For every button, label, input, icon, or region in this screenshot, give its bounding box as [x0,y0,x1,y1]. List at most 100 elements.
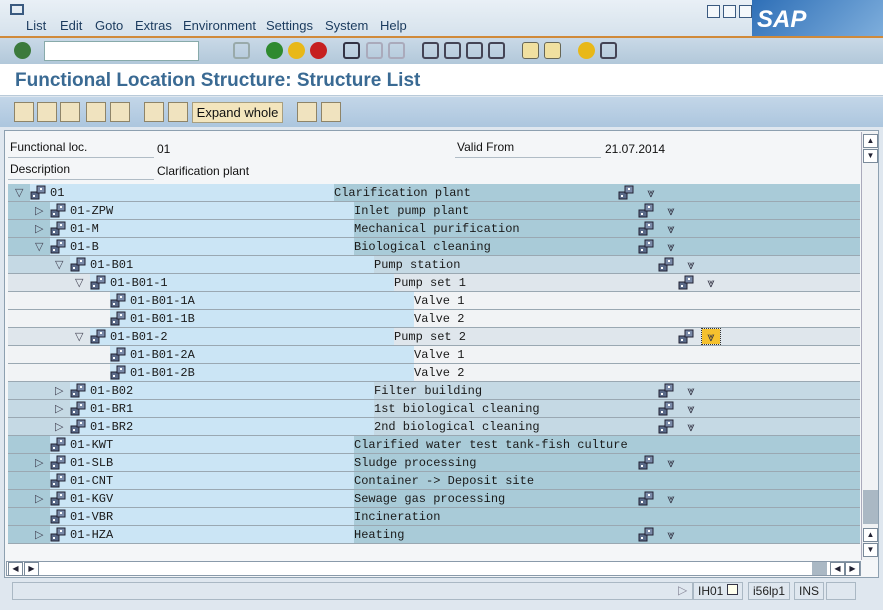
expand-node-icon[interactable]: ▷ [35,492,43,505]
minimize-icon[interactable] [707,5,720,18]
functional-location-id[interactable]: 01-B02 [90,384,133,398]
tree-row[interactable]: 01-KWT Clarified water test tank-fish cul… [8,436,860,454]
tree-row[interactable]: 01-CNT Container -> Deposit site [8,472,860,490]
layout-menu-icon[interactable] [600,42,617,59]
collapse-node-icon[interactable]: ▽ [35,240,43,253]
collapse-icon[interactable] [168,102,188,122]
functional-location-id[interactable]: 01-ZPW [70,204,113,218]
status-toggle-icon[interactable]: ▷ [678,583,687,597]
expand-level-icon[interactable]: ⩔ [701,328,721,345]
find-icon[interactable] [366,42,383,59]
expand-node-icon[interactable]: ▷ [35,528,43,541]
tree-row[interactable]: ▽ 01-B01-1 Pump set 1 ⩔ [8,274,860,292]
export-icon[interactable] [321,102,341,122]
horizontal-scrollbar[interactable]: ◀ ▶ ◀ ▶ [6,561,861,576]
functional-location-id[interactable]: 01-B01-1B [130,312,195,326]
expand-level-icon[interactable]: ⩔ [662,221,680,236]
structure-icon[interactable] [658,419,675,434]
structure-icon[interactable] [658,257,675,272]
functional-location-id[interactable]: 01-HZA [70,528,113,542]
menu-settings[interactable]: Settings [266,18,313,33]
structure-icon[interactable] [658,383,675,398]
functional-location-id[interactable]: 01-B01-2 [110,330,168,344]
expand-node-icon[interactable]: ▷ [35,456,43,469]
structure-icon[interactable] [658,401,675,416]
last-page-icon[interactable] [488,42,505,59]
tree-row[interactable]: ▷ 01-BR1 1st biological cleaning ⩔ [8,400,860,418]
expand-node-icon[interactable]: ▷ [55,402,63,415]
structure-icon[interactable] [618,185,635,200]
tree-row[interactable]: ▷ 01-M Mechanical purification ⩔ [8,220,860,238]
expand-node-icon[interactable]: ▷ [35,222,43,235]
tree-row[interactable]: ▽ 01-B01 Pump station ⩔ [8,256,860,274]
system-info-icon[interactable] [726,584,738,595]
hscroll-thumb[interactable] [812,562,827,575]
functional-location-id[interactable]: 01-BR1 [90,402,133,416]
collapse-node-icon[interactable]: ▽ [75,276,83,289]
expand-whole-button[interactable]: Expand whole [192,102,283,123]
structure-icon[interactable] [638,491,655,506]
list-icon[interactable] [110,102,130,122]
expand-icon[interactable] [144,102,164,122]
expand-level-icon[interactable]: ⩔ [662,455,680,470]
menu-list[interactable]: List [26,18,46,33]
scroll-right-icon[interactable]: ▶ [845,562,860,576]
structure-icon[interactable] [638,239,655,254]
print-icon[interactable] [343,42,360,59]
expand-level-icon[interactable]: ⩔ [682,401,700,416]
page-right-icon[interactable]: ◀ [830,562,845,576]
find-next-icon[interactable] [388,42,405,59]
menu-edit[interactable]: Edit [60,18,82,33]
first-page-icon[interactable] [422,42,439,59]
page-left-icon[interactable]: ▶ [24,562,39,576]
functional-location-id[interactable]: 01-B01 [90,258,133,272]
tree-row[interactable]: 01-B01-1A Valve 1 [8,292,860,310]
collapse-node-icon[interactable]: ▽ [75,330,83,343]
tree-row[interactable]: 01-B01-2A Valve 1 [8,346,860,364]
functional-location-id[interactable]: 01-SLB [70,456,113,470]
tree-row[interactable]: ▽ 01 Clarification plant ⩔ [8,184,860,202]
menu-extras[interactable]: Extras [135,18,172,33]
expand-level-icon[interactable]: ⩔ [702,275,720,290]
hierarchy-icon[interactable] [297,102,317,122]
structure-icon[interactable] [678,275,695,290]
save-icon[interactable] [233,42,250,59]
expand-level-icon[interactable]: ⩔ [682,257,700,272]
functional-location-id[interactable]: 01-KWT [70,438,113,452]
functional-location-id[interactable]: 01-B01-1 [110,276,168,290]
tree-row[interactable]: 01-VBR Incineration [8,508,860,526]
structure-icon[interactable] [638,527,655,542]
next-page-icon[interactable] [466,42,483,59]
scroll-up-icon[interactable]: ▲ [863,134,878,148]
menu-help[interactable]: Help [380,18,407,33]
scroll-left-icon[interactable]: ◀ [8,562,23,576]
tree-row[interactable]: ▷ 01-BR2 2nd biological cleaning ⩔ [8,418,860,436]
window-menu-icon[interactable] [10,4,24,15]
expand-level-icon[interactable]: ⩔ [662,491,680,506]
functional-location-id[interactable]: 01-VBR [70,510,113,524]
expand-node-icon[interactable]: ▷ [55,384,63,397]
structure-icon[interactable] [678,329,695,344]
previous-page-icon[interactable] [444,42,461,59]
structure-icon[interactable] [638,221,655,236]
functional-location-id[interactable]: 01-B01-2B [130,366,195,380]
functional-location-id[interactable]: 01-CNT [70,474,113,488]
menu-system[interactable]: System [325,18,368,33]
functional-location-id[interactable]: 01-M [70,222,99,236]
scroll-down-icon[interactable]: ▼ [863,543,878,557]
tree-row[interactable]: ▽ 01-B01-2 Pump set 2 ⩔ [8,328,860,346]
functional-location-id[interactable]: 01 [50,186,64,200]
maximize-icon[interactable] [723,5,736,18]
cancel-icon[interactable] [310,42,327,59]
create-session-icon[interactable] [522,42,539,59]
back-icon[interactable] [266,42,283,59]
tree-row[interactable]: 01-B01-2B Valve 2 [8,364,860,382]
enter-icon[interactable] [14,42,31,59]
functional-location-id[interactable]: 01-BR2 [90,420,133,434]
collapse-node-icon[interactable]: ▽ [15,186,23,199]
vertical-scrollbar[interactable]: ▲ ▼ ▲ ▼ [861,132,878,560]
tree-row[interactable]: ▷ 01-B02 Filter building ⩔ [8,382,860,400]
functional-location-id[interactable]: 01-KGV [70,492,113,506]
menu-goto[interactable]: Goto [95,18,123,33]
tree-row[interactable]: ▷ 01-SLB Sludge processing ⩔ [8,454,860,472]
